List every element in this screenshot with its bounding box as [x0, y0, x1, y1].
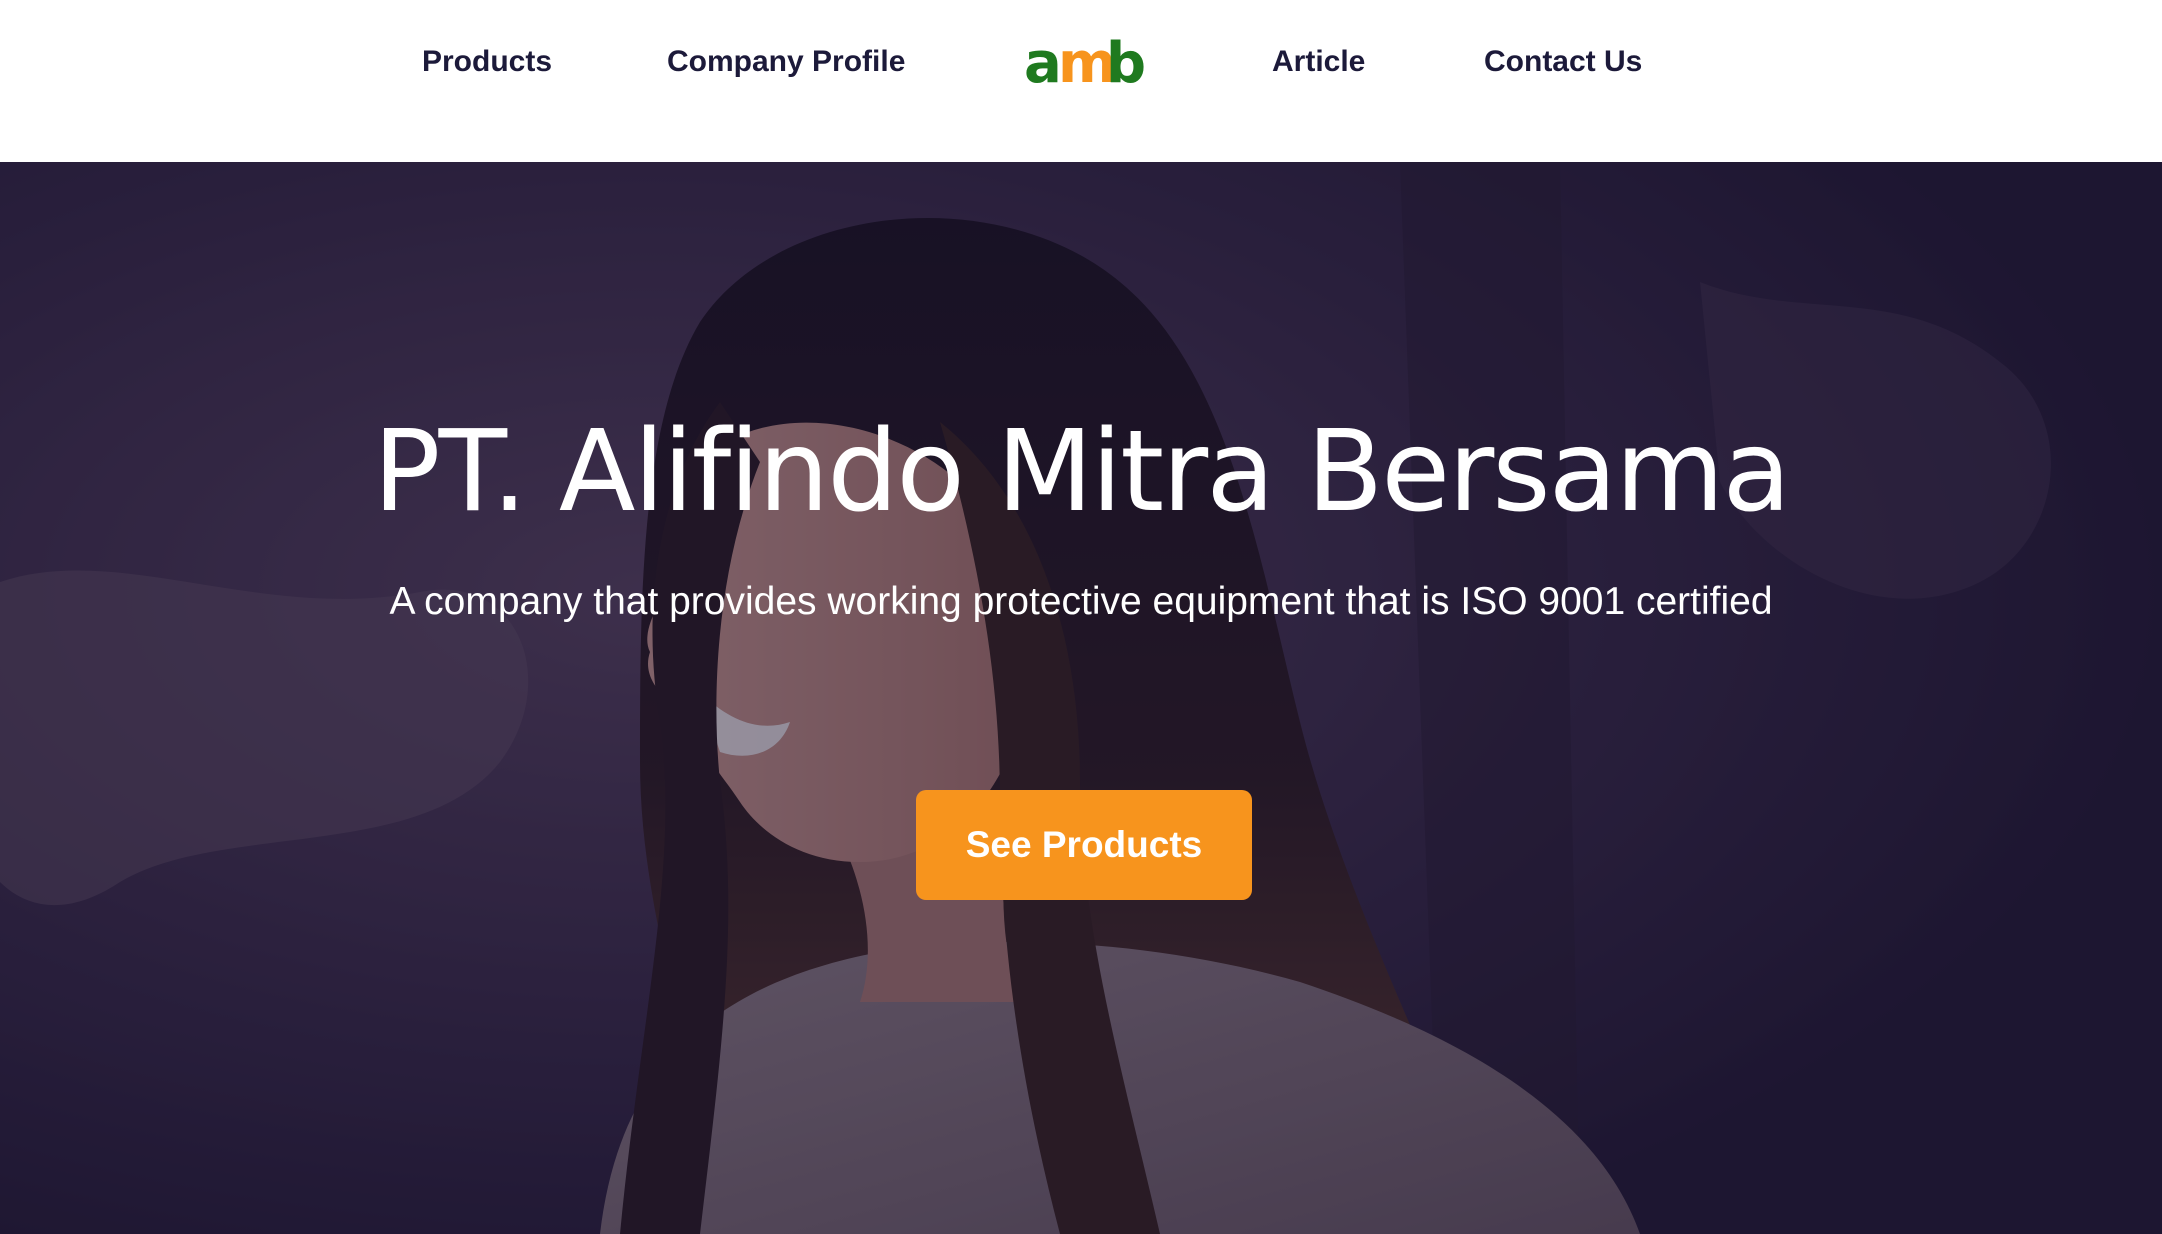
navbar: Products Company Profile a m b Article C…	[0, 0, 2162, 162]
amb-logo-icon: a m b	[1024, 31, 1144, 92]
see-products-button[interactable]: See Products	[916, 790, 1252, 900]
nav-link-contact-us[interactable]: Contact Us	[1484, 40, 1642, 84]
hero-section: PT. Alifindo Mitra Bersama A company tha…	[0, 162, 2162, 1234]
logo[interactable]: a m b	[1020, 30, 1144, 92]
nav-link-company-profile[interactable]: Company Profile	[667, 40, 905, 84]
hero-overlay	[0, 162, 2162, 1234]
hero-title: PT. Alifindo Mitra Bersama	[373, 407, 1791, 537]
logo-letter-b: b	[1106, 31, 1144, 92]
nav-link-article[interactable]: Article	[1272, 40, 1365, 84]
nav-link-products[interactable]: Products	[422, 40, 552, 84]
hero-subtitle: A company that provides working protecti…	[389, 580, 1773, 623]
logo-letter-a: a	[1024, 31, 1062, 92]
